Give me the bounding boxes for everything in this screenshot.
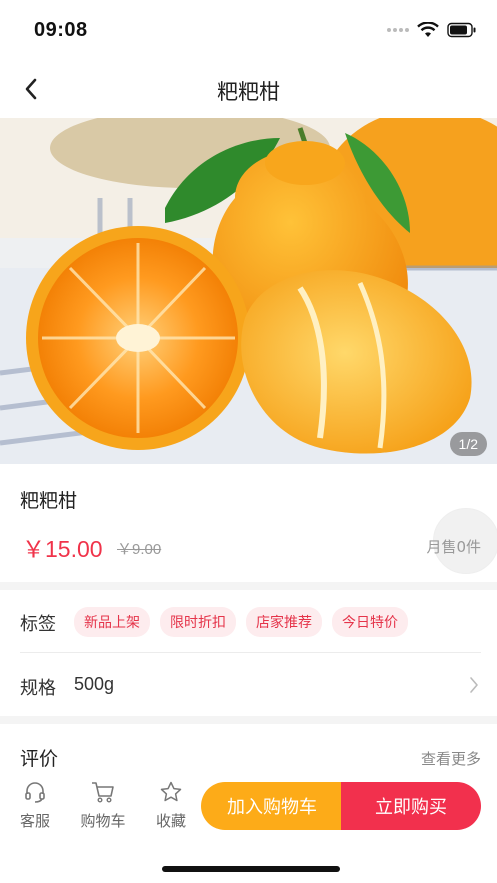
cart-icon — [92, 782, 114, 803]
spec-value: 500g — [74, 674, 115, 694]
tag-shop-recommend: 店家推荐 — [246, 607, 322, 637]
navigation-bar: 粑粑柑 — [0, 60, 497, 118]
favorite-label: 收藏 — [155, 812, 186, 830]
buy-now-button[interactable]: 立即购买 — [341, 782, 481, 830]
customer-service-label: 客服 — [19, 812, 50, 830]
star-icon — [160, 781, 182, 802]
reviews-header: 评价 查看更多 — [0, 724, 497, 770]
tag-list: 新品上架 限时折扣 店家推荐 今日特价 — [74, 607, 408, 637]
tags-label: 标签 — [20, 614, 56, 635]
row-divider — [20, 652, 481, 653]
add-to-cart-button[interactable]: 加入购物车 — [201, 782, 343, 830]
status-bar: 09:08 — [0, 0, 497, 60]
tag-today-special: 今日特价 — [332, 607, 408, 637]
spec-row[interactable]: 规格 500g — [0, 654, 497, 716]
status-time: 09:08 — [34, 19, 88, 41]
section-divider — [0, 582, 497, 590]
product-price: ￥15.00 — [22, 536, 103, 562]
bottom-action-bar: 客服 购物车 收藏 加入购物车 立即购买 — [0, 770, 497, 883]
original-price: ￥9.00 — [117, 541, 162, 558]
monthly-sales: 月售0件 — [426, 538, 481, 556]
signal-icon — [387, 28, 409, 32]
battery-icon — [447, 22, 476, 38]
wifi-icon — [417, 22, 439, 37]
customer-service-button[interactable]: 客服 — [7, 778, 63, 831]
product-name: 粑粑柑 — [20, 490, 78, 512]
status-indicators — [387, 22, 477, 38]
section-divider — [0, 716, 497, 724]
favorite-button[interactable]: 收藏 — [143, 778, 199, 831]
product-image-carousel[interactable]: 1/2 — [0, 118, 497, 464]
product-info: 粑粑柑 ￥15.00 ￥9.00 月售0件 — [0, 464, 497, 582]
tag-new-arrival: 新品上架 — [74, 607, 150, 637]
page-title: 粑粑柑 — [217, 80, 280, 104]
chevron-right-icon — [470, 677, 478, 693]
home-indicator[interactable] — [162, 866, 340, 872]
cart-label: 购物车 — [80, 812, 126, 830]
tag-limited-discount: 限时折扣 — [160, 607, 236, 637]
spec-label: 规格 — [20, 678, 56, 699]
reviews-more-link[interactable]: 查看更多 — [421, 748, 481, 769]
tags-row: 标签 新品上架 限时折扣 店家推荐 今日特价 — [0, 590, 497, 652]
headset-icon — [25, 782, 45, 803]
cart-button[interactable]: 购物车 — [75, 778, 131, 831]
reviews-title: 评价 — [20, 748, 59, 770]
image-page-indicator: 1/2 — [449, 432, 487, 456]
product-image — [0, 118, 497, 464]
